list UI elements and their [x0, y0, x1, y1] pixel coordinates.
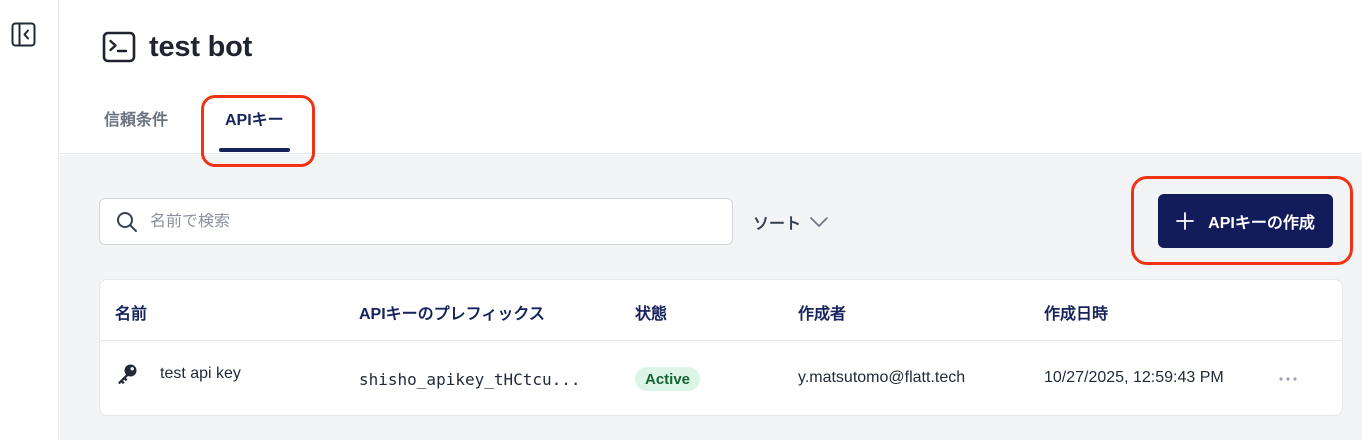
active-tab-indicator	[219, 148, 290, 152]
table-row[interactable]: test api key shisho_apikey_tHCtcu... Act…	[100, 341, 1342, 416]
table-header: 名前 APIキーのプレフィックス 状態 作成者 作成日時	[100, 280, 1342, 341]
key-name: test api key	[160, 365, 241, 382]
column-header-created-at[interactable]: 作成日時	[1044, 300, 1108, 324]
created-at: 10/27/2025, 12:59:43 PM	[1044, 369, 1224, 386]
search-box[interactable]	[99, 198, 733, 245]
row-actions-button[interactable]	[1275, 367, 1301, 391]
create-api-key-button[interactable]: APIキーの作成	[1158, 194, 1333, 248]
terminal-icon	[102, 30, 136, 64]
chevron-down-icon	[810, 217, 828, 227]
api-key-table: 名前 APIキーのプレフィックス 状態 作成者 作成日時 test api ke…	[99, 279, 1343, 416]
sort-label: ソート	[753, 216, 802, 233]
sidebar-collapse-icon	[11, 22, 36, 47]
sidebar-toggle-button[interactable]	[11, 22, 36, 47]
tab-api-keys-label: APIキー	[225, 112, 284, 129]
created-by: y.matsutomo@flatt.tech	[798, 369, 966, 386]
tab-trust-conditions[interactable]: 信頼条件	[104, 92, 168, 154]
status-badge: Active	[635, 367, 701, 391]
page-header: test bot 信頼条件 APIキー	[60, 0, 1362, 154]
key-prefix: shisho_apikey_tHCtcu...	[359, 370, 581, 389]
column-header-name[interactable]: 名前	[115, 300, 147, 324]
plus-icon	[1176, 212, 1195, 230]
column-header-created-by[interactable]: 作成者	[798, 300, 846, 324]
page-title: test bot	[149, 30, 253, 63]
column-header-prefix[interactable]: APIキーのプレフィックス	[359, 300, 545, 324]
column-header-status[interactable]: 状態	[635, 300, 667, 324]
create-api-key-label: APIキーの作成	[1208, 215, 1315, 232]
main-content: ソート APIキーの作成 名前 APIキーのプレフィックス 状態 作成者 作成日…	[60, 155, 1362, 440]
title-row: test bot	[102, 30, 252, 64]
sidebar-rail	[0, 0, 59, 440]
sort-dropdown[interactable]: ソート	[753, 207, 829, 237]
tab-api-keys[interactable]: APIキー	[219, 92, 290, 154]
search-input[interactable]	[150, 212, 710, 231]
more-horizontal-icon	[1279, 377, 1297, 381]
search-icon	[117, 211, 137, 232]
key-icon	[115, 362, 139, 391]
